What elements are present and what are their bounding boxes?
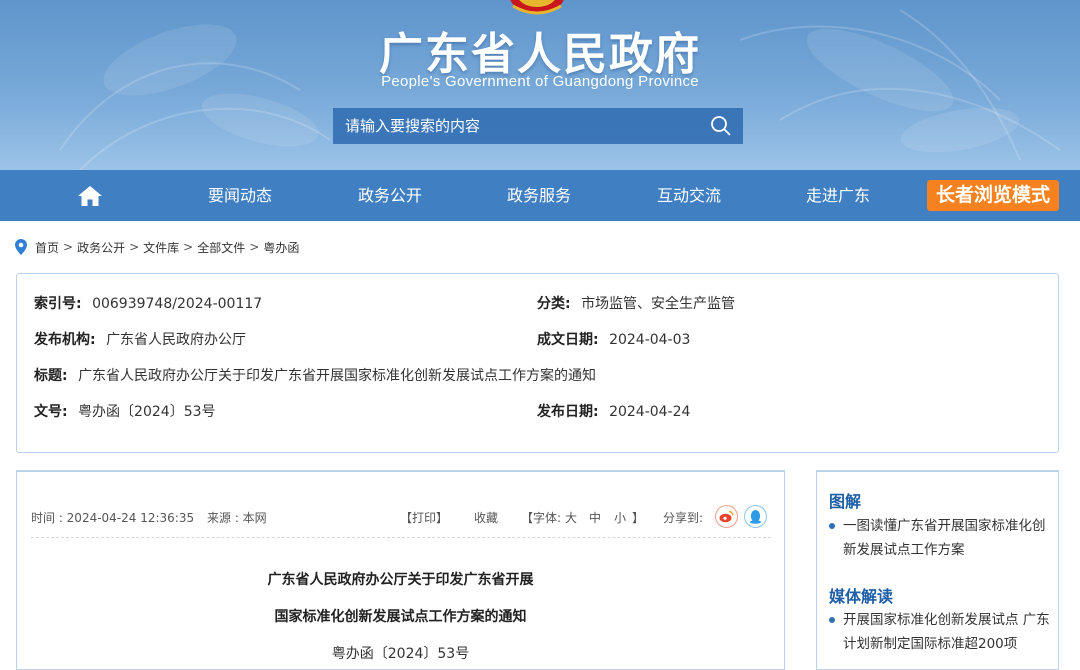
sidebar-link-media[interactable]: 开展国家标准化创新发展试点 广东计划新制定国际标准超200项 [829, 608, 1054, 656]
home-icon [78, 185, 102, 206]
share-label: 分享到: [663, 511, 704, 525]
sidebar-section-media: 媒体解读 [829, 587, 894, 606]
article-toolbar: 时间 : 2024-04-24 12:36:35 来源 : 本网 【打印】 收藏… [31, 505, 769, 529]
sidebar-section-graphic: 图解 [829, 492, 862, 511]
qq-share-button[interactable] [744, 505, 767, 528]
font-medium-button[interactable]: 中 [589, 509, 601, 526]
document-meta-box: 索引号: 006939748/2024-00117 分类: 市场监管、安全生产监… [16, 273, 1059, 453]
bullet-icon [829, 617, 835, 623]
breadcrumb-gov-affairs[interactable]: 政务公开 [77, 239, 125, 256]
font-size-label: 【字体: [521, 511, 562, 525]
weibo-share-button[interactable] [715, 505, 738, 528]
breadcrumb-all-files[interactable]: 全部文件 [197, 239, 245, 256]
article-title-line1: 广东省人民政府办公厅关于印发广东省开展 [267, 572, 534, 588]
breadcrumb-separator: > [63, 240, 74, 254]
search-icon [711, 116, 731, 136]
nav-item-gov-affairs[interactable]: 政务公开 [330, 170, 450, 221]
meta-doc-no: 文号: 粤办函〔2024〕53号 [34, 404, 216, 420]
nav-item-news[interactable]: 要闻动态 [180, 170, 300, 221]
nav-item-about-guangdong[interactable]: 走进广东 [778, 170, 898, 221]
meta-issuer: 发布机构: 广东省人民政府办公厅 [34, 332, 247, 348]
elder-mode-button[interactable]: 长者浏览模式 [927, 180, 1059, 211]
meta-written-date: 成文日期: 2024-04-03 [537, 332, 691, 348]
bullet-icon [829, 523, 835, 529]
publish-time: 时间 : 2024-04-24 12:36:35 [31, 511, 195, 525]
main-nav: 要闻动态 政务公开 政务服务 互动交流 走进广东 [0, 170, 1080, 221]
qq-icon [750, 510, 761, 524]
meta-publish-date: 发布日期: 2024-04-24 [537, 404, 691, 420]
toolbar-divider [31, 537, 771, 538]
meta-index-no: 索引号: 006939748/2024-00117 [34, 296, 263, 312]
search-button[interactable] [699, 108, 743, 144]
breadcrumb: 首页 > 政务公开 > 文件库 > 全部文件 > 粤办函 [15, 238, 299, 256]
breadcrumb-separator: > [249, 240, 260, 254]
meta-category: 分类: 市场监管、安全生产监管 [537, 296, 736, 312]
breadcrumb-home[interactable]: 首页 [35, 239, 59, 256]
article-panel: 时间 : 2024-04-24 12:36:35 来源 : 本网 【打印】 收藏… [16, 470, 785, 670]
site-subtitle: People's Government of Guangdong Provinc… [381, 73, 699, 90]
sidebar: 图解 一图读懂广东省开展国家标准化创新发展试点工作方案 媒体解读 开展国家标准化… [816, 470, 1059, 670]
breadcrumb-current[interactable]: 粤办函 [263, 239, 299, 256]
breadcrumb-file-library[interactable]: 文件库 [143, 239, 179, 256]
sidebar-link-graphic[interactable]: 一图读懂广东省开展国家标准化创新发展试点工作方案 [829, 514, 1054, 562]
meta-title: 标题: 广东省人民政府办公厅关于印发广东省开展国家标准化创新发展试点工作方案的通… [34, 368, 597, 384]
search-bar [333, 108, 743, 144]
font-large-button[interactable]: 大 [565, 509, 577, 526]
article-title-line2: 国家标准化创新发展试点工作方案的通知 [274, 609, 527, 625]
breadcrumb-separator: > [129, 240, 140, 254]
nav-item-gov-services[interactable]: 政务服务 [479, 170, 599, 221]
nav-home[interactable] [64, 170, 116, 221]
font-size-close: 】 [632, 511, 645, 525]
national-emblem-icon [510, 0, 564, 15]
nav-item-interaction[interactable]: 互动交流 [629, 170, 749, 221]
site-header: 广东省人民政府 People's Government of Guangdong… [0, 0, 1080, 170]
weibo-icon [719, 510, 734, 523]
favorite-button[interactable]: 收藏 [474, 509, 498, 526]
article-source: 来源 : 本网 [207, 511, 267, 525]
location-pin-icon [15, 239, 27, 255]
print-button[interactable]: 【打印】 [400, 509, 448, 526]
search-input[interactable] [333, 108, 699, 144]
font-small-button[interactable]: 小 [614, 509, 626, 526]
article-doc-no: 粤办函〔2024〕53号 [331, 646, 470, 662]
breadcrumb-separator: > [183, 240, 194, 254]
